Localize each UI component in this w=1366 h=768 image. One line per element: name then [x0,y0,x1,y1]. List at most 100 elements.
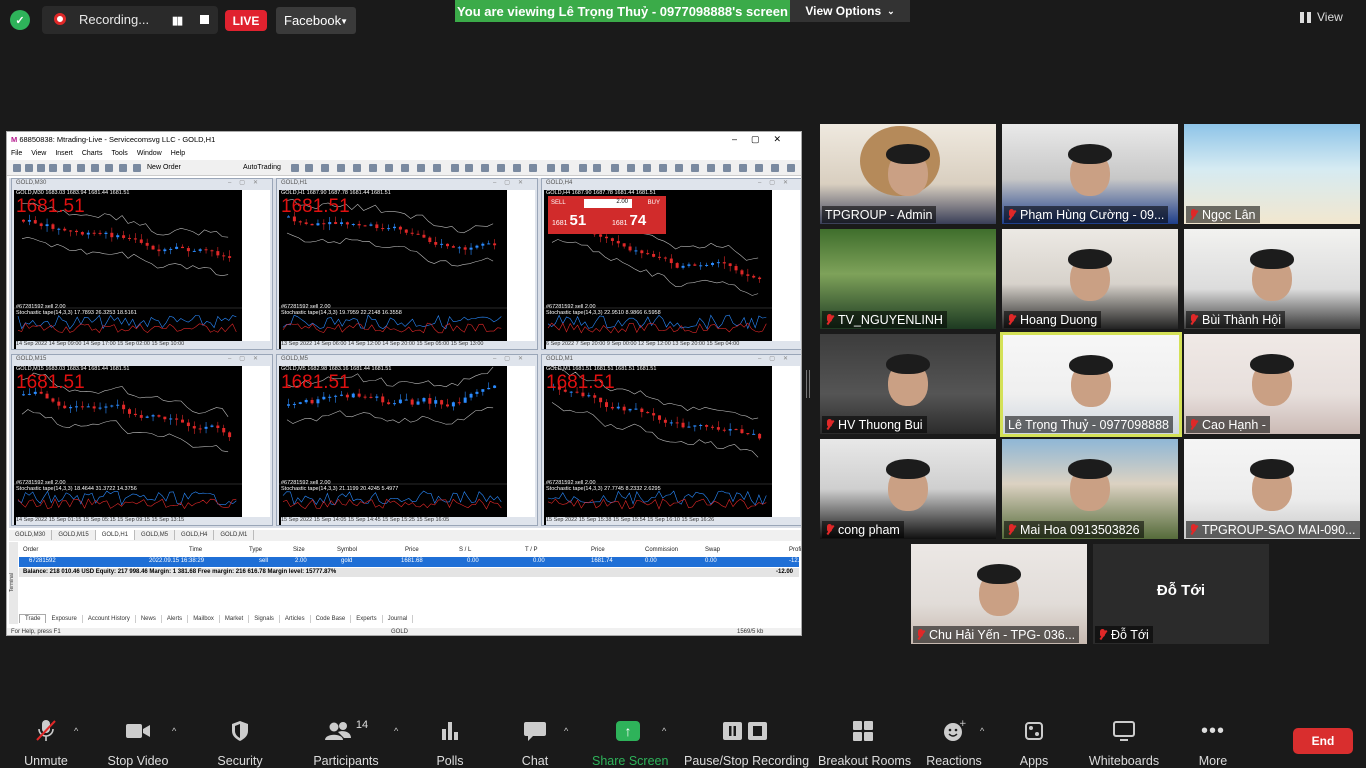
column-header[interactable]: Type [249,547,262,553]
chart-tab[interactable]: GOLD,M5 [135,530,176,540]
reactions-button[interactable]: + Reactions [926,718,982,768]
price-chart[interactable]: GOLD,M1 1681.51 1681.51 1681.51 1681.51 1… [544,366,800,525]
chat-button[interactable]: Chat [514,718,556,768]
buy-button[interactable]: BUY [648,200,660,206]
column-header[interactable]: T / P [525,547,538,553]
breakout-rooms-button[interactable]: Breakout Rooms [818,718,911,768]
toolbar-tool-icon[interactable] [291,164,299,172]
toolbar-tool-icon[interactable] [513,164,521,172]
participant-tile[interactable]: Phạm Hùng Cường - 09... [1002,124,1178,224]
chart-tab[interactable]: GOLD,M15 [52,530,96,540]
menu-item[interactable]: Window [137,150,162,157]
toolbar-tool-icon[interactable] [675,164,683,172]
pause-recording-icon[interactable]: ▮▮ [172,14,183,27]
chat-caret-icon[interactable]: ^ [564,726,568,736]
toolbar-tool-icon[interactable] [755,164,763,172]
participant-tile[interactable]: Ngọc Lân [1184,124,1360,224]
toolbar-tool-icon[interactable] [659,164,667,172]
unmute-button[interactable]: Unmute [18,718,74,768]
toolbar-tool-icon[interactable] [417,164,425,172]
resize-handle[interactable] [806,370,810,398]
toolbar-tool-icon[interactable] [627,164,635,172]
toolbar-tool-icon[interactable] [691,164,699,172]
menu-item[interactable]: Tools [111,150,127,157]
terminal-tab[interactable]: Alerts [162,615,189,623]
apps-button[interactable]: Apps [1014,718,1054,768]
toolbar-tool-icon[interactable] [497,164,505,172]
terminal-tab[interactable]: Account History [83,615,136,623]
price-chart[interactable]: GOLD,M15 1683.03 1683.94 1681.44 1681.51… [14,366,270,525]
stop-video-button[interactable]: Stop Video [104,718,172,768]
toolbar-tool-icon[interactable] [385,164,393,172]
toolbar-tool-icon[interactable] [13,164,21,172]
chart-tab[interactable]: GOLD,H4 [175,530,215,540]
toolbar-tool-icon[interactable] [739,164,747,172]
chart-window-controls[interactable]: –▢✕ [493,179,531,186]
toolbar-tool-icon[interactable] [593,164,601,172]
chart-window-controls[interactable]: –▢✕ [228,355,266,362]
shared-screen[interactable]: M 68850838: Mtrading-Live - Servicecomsv… [6,131,802,636]
column-header[interactable]: Commission [645,547,678,553]
column-header[interactable]: Order [23,547,38,553]
one-click-trading-panel[interactable]: SELL 2.00 BUY 1681 51 1681 74 [548,196,666,234]
menu-item[interactable]: Insert [55,150,73,157]
toolbar-tool-icon[interactable] [561,164,569,172]
view-options-button[interactable]: View Options ⌄ [790,0,910,22]
more-button[interactable]: ••• More [1194,718,1232,768]
toolbar-tool-icon[interactable] [547,164,555,172]
column-header[interactable]: Symbol [337,547,357,553]
chart-window-controls[interactable]: –▢✕ [758,179,796,186]
toolbar-tool-icon[interactable] [579,164,587,172]
column-header[interactable]: Time [189,547,202,553]
toolbar-tool-icon[interactable] [49,164,57,172]
toolbar-tool-icon[interactable] [105,164,113,172]
chart-window-controls[interactable]: –▢✕ [758,355,796,362]
participant-tile[interactable]: TV_NGUYENLINH [820,229,996,329]
terminal-tab[interactable]: Experts [351,615,383,623]
toolbar-tool-icon[interactable] [481,164,489,172]
toolbar-tool-icon[interactable] [723,164,731,172]
terminal-tab[interactable]: Articles [280,615,311,623]
table-row[interactable]: 67281592 2022.09.15 16:38:29 sell 2.00 gold 1… [19,557,801,567]
end-meeting-button[interactable]: End [1293,728,1353,754]
window-controls[interactable]: –▢✕ [732,134,795,145]
column-header[interactable]: S / L [459,547,471,553]
toolbar-tool-icon[interactable] [465,164,473,172]
sell-button[interactable]: SELL [551,200,566,206]
lot-size-input[interactable]: 2.00 [584,199,632,208]
chart-window-controls[interactable]: –▢✕ [493,355,531,362]
toolbar-tool-icon[interactable] [305,164,313,172]
polls-button[interactable]: Polls [428,718,472,768]
participant-tile[interactable]: Lê Trọng Thuỷ - 0977098888 [1000,332,1182,437]
participant-tile[interactable]: Chu Hải Yến - TPG- 036... [911,544,1087,644]
terminal-tab[interactable]: Journal [383,615,414,623]
terminal-tab[interactable]: Code Base [311,615,352,623]
toolbar-tool-icon[interactable] [369,164,377,172]
stop-recording-icon[interactable] [200,15,209,24]
menu-item[interactable]: File [11,150,22,157]
terminal-tab[interactable]: Exposure [46,615,83,623]
ask-price[interactable]: 1681 74 [612,212,646,229]
participant-tile[interactable]: Mai Hoa 0913503826 [1002,439,1178,539]
view-button[interactable]: View [1300,10,1343,24]
toolbar-tool-icon[interactable] [119,164,127,172]
new-order-button[interactable]: New Order [147,164,181,171]
share-caret-icon[interactable]: ^ [662,726,666,736]
video-options-caret-icon[interactable]: ^ [172,726,176,736]
toolbar-tool-icon[interactable] [353,164,361,172]
toolbar-tool-icon[interactable] [337,164,345,172]
column-header[interactable]: Swap [705,547,720,553]
participant-tile[interactable]: cong pham [820,439,996,539]
bid-price[interactable]: 1681 51 [552,212,586,229]
toolbar-tool-icon[interactable] [451,164,459,172]
participant-tile[interactable]: HV Thuong Bui [820,334,996,434]
autotrading-button[interactable]: AutoTrading [243,164,281,171]
toolbar-tool-icon[interactable] [25,164,33,172]
chart-window[interactable]: GOLD,H1 –▢✕ GOLD,H1 1687.90 1687.78 1681.4… [276,178,538,350]
toolbar-tool-icon[interactable] [707,164,715,172]
terminal-tab[interactable]: Trade [19,614,47,623]
chart-tab[interactable]: GOLD,M30 [9,530,53,540]
chart-tab[interactable]: GOLD,M1 [214,530,255,540]
toolbar-tool-icon[interactable] [787,164,795,172]
toolbar-tool-icon[interactable] [611,164,619,172]
